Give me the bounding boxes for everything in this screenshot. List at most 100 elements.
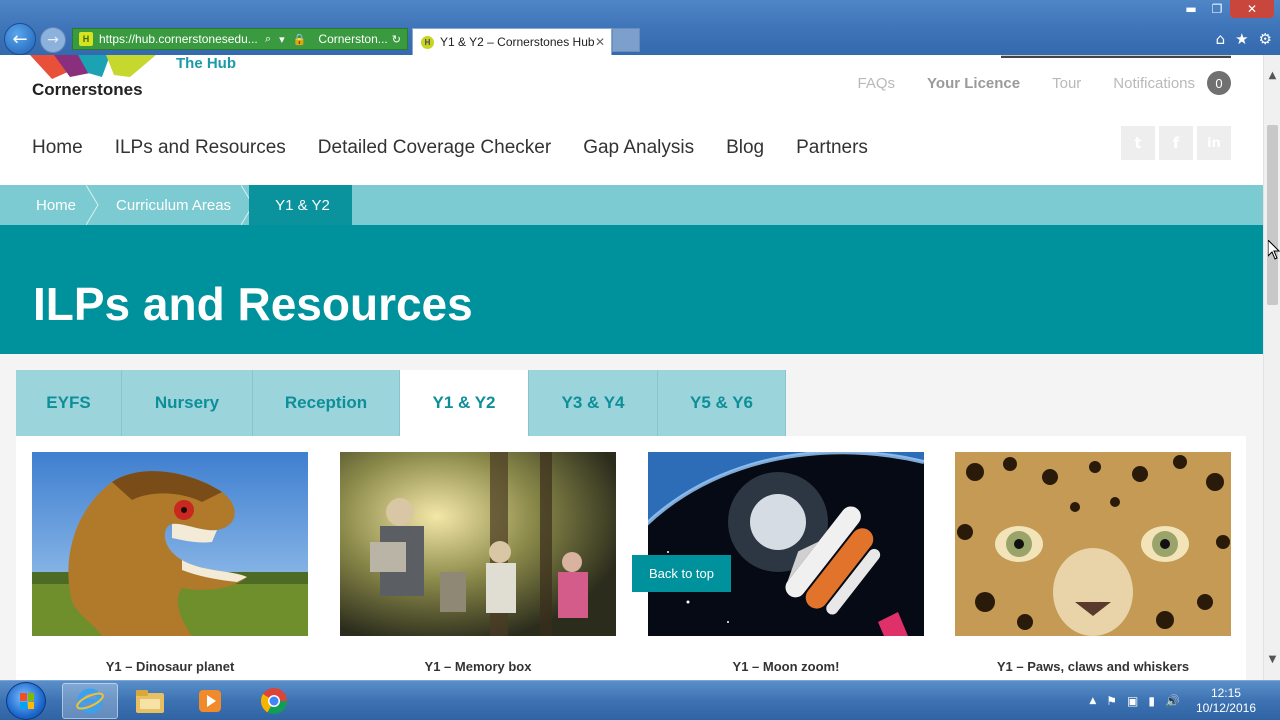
address-bar[interactable]: H https://hub.cornerstonesedu... ⌕ ▾ 🔒 C…	[72, 28, 408, 50]
tab-y5-y6[interactable]: Y5 & Y6	[658, 370, 786, 436]
page-hero: ILPs and Resources	[0, 225, 1263, 354]
site-favicon-icon: H	[79, 32, 93, 46]
breadcrumb-label: Curriculum Areas	[116, 196, 232, 214]
nav-ilps-and-resources[interactable]: ILPs and Resources	[115, 137, 286, 159]
refresh-icon[interactable]: ↻	[392, 33, 401, 46]
browser-tab-active[interactable]: H Y1 & Y2 – Cornerstones Hub ✕	[412, 28, 612, 55]
logo-text[interactable]: Cornerstones	[32, 80, 143, 100]
tab-favicon-icon: H	[421, 35, 434, 49]
volume-icon[interactable]: 🔊	[1165, 694, 1180, 708]
leopard-image[interactable]	[955, 452, 1231, 636]
mouse-cursor-icon	[1268, 240, 1280, 260]
breadcrumb-curriculum-areas[interactable]: Curriculum Areas	[94, 185, 254, 225]
scroll-down-icon[interactable]: ▼	[1264, 651, 1280, 668]
notification-count-badge: 0	[1207, 71, 1231, 95]
power-icon[interactable]: ▣	[1127, 694, 1138, 708]
card-caption[interactable]: Y1 – Dinosaur planet	[32, 659, 308, 674]
card-caption[interactable]: Y1 – Moon zoom!	[648, 659, 924, 674]
breadcrumb-home[interactable]: Home	[0, 185, 99, 225]
year-tabs: EYFS Nursery Reception Y1 & Y2 Y3 & Y4 Y…	[16, 370, 786, 436]
tab-nursery[interactable]: Nursery	[122, 370, 253, 436]
favorites-star-icon[interactable]: ★	[1235, 30, 1248, 48]
memory-box-image[interactable]	[340, 452, 616, 636]
minimize-button[interactable]: ▬	[1178, 0, 1204, 18]
faqs-link[interactable]: FAQs	[858, 75, 896, 92]
internet-explorer-icon	[76, 688, 104, 714]
search-field-edge[interactable]	[1001, 55, 1231, 58]
dropdown-icon[interactable]: ▾	[279, 33, 285, 46]
page-scrollbar[interactable]: ▲ ▼	[1263, 55, 1280, 680]
taskbar-media-player[interactable]	[182, 683, 238, 719]
your-licence-link[interactable]: Your Licence	[927, 75, 1020, 92]
windows-taskbar: ▲ ⚑ ▣ ▮ 🔊 12:15 10/12/2016	[0, 680, 1280, 720]
resource-grid: Y1 – Dinosaur planet Y1 – Memory box Y1 …	[16, 436, 1246, 680]
taskbar-internet-explorer[interactable]	[62, 683, 118, 719]
top-links: FAQs Your Licence Tour Notifications 0	[858, 71, 1231, 95]
tab-eyfs[interactable]: EYFS	[16, 370, 122, 436]
notifications-label: Notifications	[1113, 74, 1195, 92]
folder-icon	[136, 690, 164, 713]
twitter-icon[interactable]: t	[1121, 126, 1155, 160]
show-hidden-icons-icon[interactable]: ▲	[1089, 696, 1096, 706]
nav-detailed-coverage-checker[interactable]: Detailed Coverage Checker	[318, 137, 551, 159]
breadcrumb-current: Y1 & Y2	[249, 185, 352, 225]
back-to-top-button[interactable]: Back to top	[632, 555, 731, 592]
nav-partners[interactable]: Partners	[796, 137, 868, 159]
chrome-icon	[260, 688, 288, 715]
cornerstones-logo-icon[interactable]	[30, 55, 160, 79]
tab-title: Y1 & Y2 – Cornerstones Hub	[440, 35, 595, 49]
windows-logo-icon	[20, 693, 34, 709]
resource-card[interactable]: Y1 – Paws, claws and whiskers	[955, 452, 1231, 674]
back-button[interactable]: ←	[4, 23, 36, 55]
tab-close-icon[interactable]: ✕	[595, 35, 605, 49]
browser-chrome: ▬ ❐ ✕ ← → H https://hub.cornerstonesedu.…	[0, 0, 1280, 55]
media-player-icon	[199, 690, 221, 712]
forward-arrow-icon: →	[47, 32, 59, 48]
new-tab-button[interactable]	[612, 28, 640, 52]
browser-toolbar: ⌂ ★ ⚙	[1216, 30, 1272, 48]
restore-button[interactable]: ❐	[1204, 0, 1230, 18]
action-center-flag-icon[interactable]: ⚑	[1106, 694, 1117, 708]
scroll-up-icon[interactable]: ▲	[1264, 67, 1280, 84]
social-links: t f in	[1121, 126, 1231, 160]
taskbar-clock[interactable]: 12:15 10/12/2016	[1196, 686, 1256, 716]
page-title: ILPs and Resources	[33, 278, 473, 330]
tour-link[interactable]: Tour	[1052, 75, 1081, 92]
taskbar-chrome[interactable]	[246, 683, 302, 719]
close-window-button[interactable]: ✕	[1230, 0, 1274, 18]
clock-date: 10/12/2016	[1195, 701, 1256, 715]
taskbar-file-explorer[interactable]	[122, 683, 178, 719]
network-icon[interactable]: ▮	[1148, 694, 1155, 708]
breadcrumb: Home Curriculum Areas Y1 & Y2	[0, 185, 1263, 225]
clock-time: 12:15	[1210, 686, 1241, 700]
site-identity[interactable]: Cornerston...	[318, 32, 387, 46]
forward-button[interactable]: →	[40, 27, 66, 53]
main-navigation: Home ILPs and Resources Detailed Coverag…	[32, 137, 868, 159]
address-url[interactable]: https://hub.cornerstonesedu...	[99, 32, 261, 46]
settings-gear-icon[interactable]: ⚙	[1259, 30, 1272, 48]
system-tray: ▲ ⚑ ▣ ▮ 🔊 12:15 10/12/2016	[1089, 681, 1280, 720]
tab-reception[interactable]: Reception	[253, 370, 400, 436]
nav-gap-analysis[interactable]: Gap Analysis	[583, 137, 694, 159]
resource-card[interactable]: Y1 – Memory box	[340, 452, 616, 674]
card-caption[interactable]: Y1 – Paws, claws and whiskers	[955, 659, 1231, 674]
site-header: Cornerstones The Hub FAQs Your Licence T…	[0, 55, 1263, 185]
dinosaur-image[interactable]	[32, 452, 308, 636]
scrollbar-thumb[interactable]	[1267, 125, 1278, 305]
notifications-link[interactable]: Notifications 0	[1113, 71, 1231, 95]
home-icon[interactable]: ⌂	[1216, 30, 1226, 48]
lock-icon[interactable]: 🔒	[293, 33, 307, 46]
nav-blog[interactable]: Blog	[726, 137, 764, 159]
space-shuttle-image[interactable]	[606, 450, 925, 636]
start-button[interactable]	[6, 682, 46, 720]
tab-y1-y2[interactable]: Y1 & Y2	[400, 370, 529, 436]
tab-y3-y4[interactable]: Y3 & Y4	[529, 370, 658, 436]
hub-label: The Hub	[176, 55, 236, 72]
search-icon[interactable]: ⌕	[265, 32, 271, 46]
linkedin-icon[interactable]: in	[1197, 126, 1231, 160]
breadcrumb-label: Y1 & Y2	[275, 196, 330, 214]
resource-card[interactable]: Y1 – Dinosaur planet	[32, 452, 308, 674]
nav-home[interactable]: Home	[32, 137, 83, 159]
facebook-icon[interactable]: f	[1159, 126, 1193, 160]
card-caption[interactable]: Y1 – Memory box	[340, 659, 616, 674]
